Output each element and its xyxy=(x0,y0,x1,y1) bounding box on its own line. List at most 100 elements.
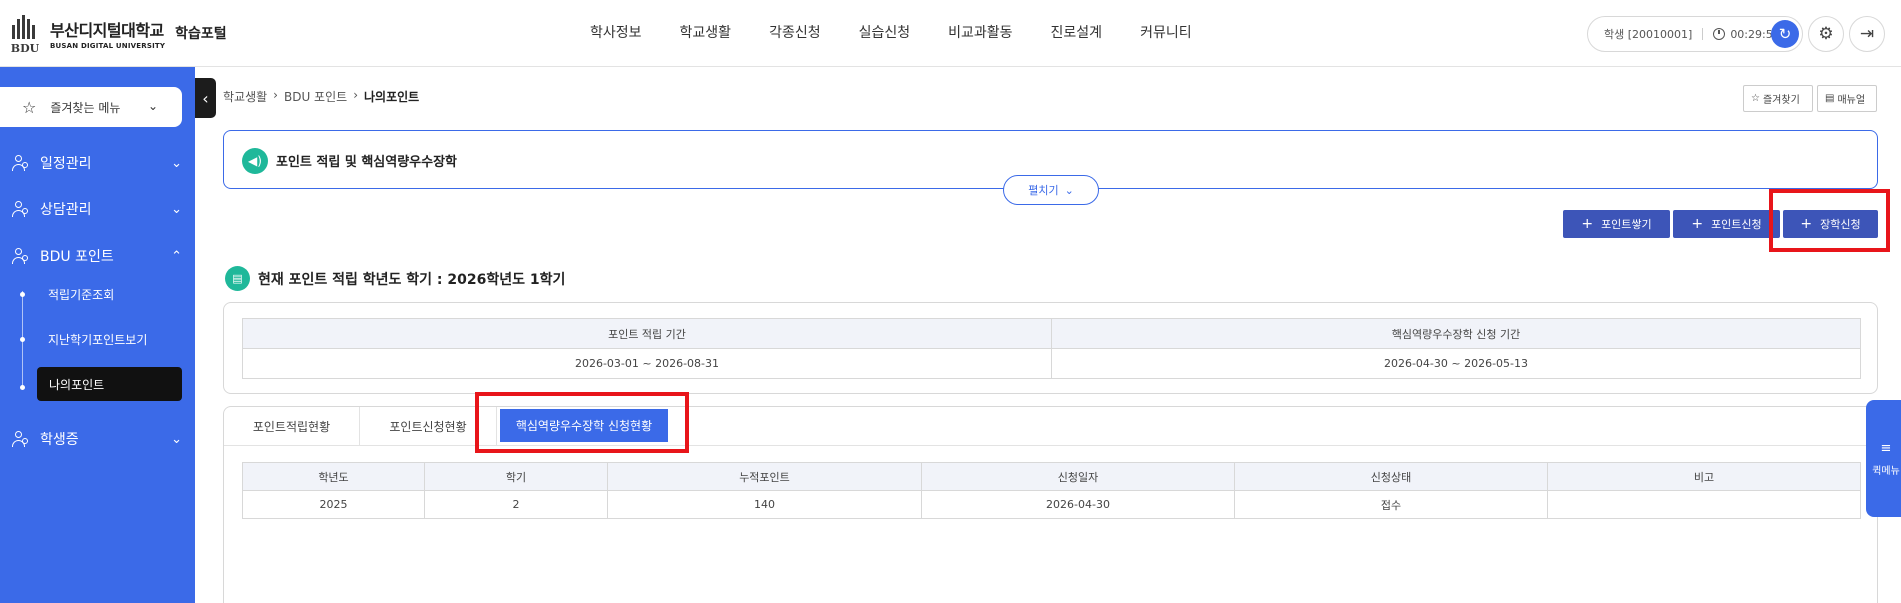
chevron-down-icon: ⌄ xyxy=(171,431,182,447)
status-tabs: 포인트적립현황 포인트신청현황 핵심역량우수장학 신청현황 xyxy=(224,407,1877,446)
sidebar-subitem-label: 지난학기포인트보기 xyxy=(48,332,148,347)
user-search-icon xyxy=(12,247,30,265)
session-extend-icon[interactable]: ↻ xyxy=(1771,20,1799,48)
table-cell: 2 xyxy=(424,490,608,519)
star-icon: ☆ xyxy=(22,97,37,117)
quick-menu-button[interactable]: ≡ 퀵메뉴 xyxy=(1866,400,1901,517)
manual-button[interactable]: ▤ 매뉴얼 xyxy=(1817,85,1877,112)
logo-english-name: BUSAN DIGITAL UNIVERSITY xyxy=(50,41,166,50)
tab-label: 핵심역량우수장학 신청현황 xyxy=(515,419,653,433)
megaphone-icon: ◀) xyxy=(242,148,268,174)
breadcrumb-current: 나의포인트 xyxy=(364,90,420,104)
sidebar-collapse-button[interactable]: ‹ xyxy=(195,78,216,118)
settings-gear-icon[interactable]: ⚙ xyxy=(1808,16,1844,52)
tab-scholarship-application[interactable]: 핵심역량우수장학 신청현황 xyxy=(500,409,668,442)
logo-korean-name: 부산디지털대학교 xyxy=(50,20,164,40)
nav-school-life[interactable]: 학교생활 xyxy=(680,22,732,42)
table-cell: 2025 xyxy=(242,490,425,519)
table-header: 누적포인트 xyxy=(607,462,922,491)
top-header: BDU 부산디지털대학교 BUSAN DIGITAL UNIVERSITY 학습… xyxy=(0,0,1901,67)
breadcrumb-item[interactable]: BDU 포인트 xyxy=(284,88,347,105)
manual-label: 매뉴얼 xyxy=(1837,95,1866,106)
quick-menu-label: 퀵메뉴 xyxy=(1872,465,1900,477)
submenu-dot xyxy=(20,385,25,390)
expand-label: 펼치기 xyxy=(1028,184,1059,197)
tab-label: 포인트적립현황 xyxy=(252,420,331,434)
sidebar-item-label: 상담관리 xyxy=(40,202,92,218)
document-icon: ▤ xyxy=(1825,93,1835,104)
add-favorite-button[interactable]: ☆ 즐겨찾기 xyxy=(1743,85,1813,112)
chevron-right-icon: › xyxy=(353,88,358,102)
chevron-left-icon: ‹ xyxy=(202,88,209,108)
plus-icon: + xyxy=(1800,216,1813,232)
breadcrumb-item[interactable]: 학교생활 xyxy=(223,88,267,105)
menu-collapse-icon: ≡ xyxy=(1880,440,1892,456)
tab-point-application[interactable]: 포인트신청현황 xyxy=(360,407,497,446)
nav-academic-info[interactable]: 학사정보 xyxy=(590,22,642,42)
table-header: 학년도 xyxy=(242,462,425,491)
nav-practicum[interactable]: 실습신청 xyxy=(859,22,911,42)
nav-career[interactable]: 진로설계 xyxy=(1051,22,1103,42)
chevron-down-icon: ⌄ xyxy=(171,155,182,171)
chevron-down-icon: ⌄ xyxy=(1064,183,1074,197)
sidebar-subitem-criteria[interactable]: 적립기준조회 xyxy=(20,277,182,311)
tab-point-accumulation[interactable]: 포인트적립현황 xyxy=(224,407,360,446)
logo-emblem: BDU xyxy=(8,11,42,55)
user-search-icon xyxy=(12,200,30,218)
nav-extracurricular[interactable]: 비교과활동 xyxy=(948,22,1012,42)
period-header: 핵심역량우수장학 신청 기간 xyxy=(1051,318,1861,349)
sidebar-item-bdu-point[interactable]: BDU 포인트 ⌃ xyxy=(12,244,182,268)
accumulate-point-button[interactable]: + 포인트쌓기 xyxy=(1563,210,1670,238)
logout-icon[interactable]: ⇥ xyxy=(1849,16,1885,52)
plus-icon: + xyxy=(1691,216,1704,232)
favorites-menu-dropdown[interactable]: ☆ 즐겨찾는 메뉴 ⌄ xyxy=(0,87,182,127)
sidebar-subitem-past-semester[interactable]: 지난학기포인트보기 xyxy=(20,322,182,356)
period-value: 2026-04-30 ~ 2026-05-13 xyxy=(1051,348,1861,379)
sidebar-subitem-my-point[interactable]: 나의포인트 xyxy=(37,367,182,401)
accumulate-point-label: 포인트쌓기 xyxy=(1601,218,1652,231)
table-cell xyxy=(1547,490,1861,519)
star-icon: ☆ xyxy=(1751,93,1760,104)
table-header: 비고 xyxy=(1547,462,1861,491)
user-search-icon xyxy=(12,430,30,448)
sidebar-item-counseling[interactable]: 상담관리 ⌄ xyxy=(12,197,182,221)
expand-notice-button[interactable]: 펼치기 ⌄ xyxy=(1003,175,1099,205)
sidebar-item-schedule[interactable]: 일정관리 ⌄ xyxy=(12,151,182,175)
table-cell: 140 xyxy=(607,490,922,519)
timer-icon xyxy=(1713,28,1726,40)
section-title: ▤ 현재 포인트 적립 학년도 학기 : 2026학년도 1학기 xyxy=(225,266,565,291)
notice-title: 포인트 적립 및 핵심역량우수장학 xyxy=(276,155,458,170)
nav-community[interactable]: 커뮤니티 xyxy=(1140,22,1192,42)
apply-scholarship-button[interactable]: + 장학신청 xyxy=(1783,210,1878,238)
plus-icon: + xyxy=(1581,216,1594,232)
apply-point-label: 포인트신청 xyxy=(1711,218,1762,231)
sidebar-item-label: BDU 포인트 xyxy=(40,249,114,265)
scholarship-application-table: 학년도 학기 누적포인트 신청일자 신청상태 비고 2025 2 140 202… xyxy=(242,462,1861,519)
main-navigation: 학사정보 학교생활 각종신청 실습신청 비교과활동 진로설계 커뮤니티 xyxy=(590,22,1230,42)
user-id-label: 학생 [20010001] xyxy=(1604,28,1693,41)
table-row[interactable]: 2025 2 140 2026-04-30 접수 xyxy=(242,490,1861,519)
period-panel: 포인트 적립 기간 핵심역량우수장학 신청 기간 2026-03-01 ~ 20… xyxy=(223,302,1878,394)
sidebar-item-student-id[interactable]: 학생증 ⌄ xyxy=(12,427,182,451)
period-table: 포인트 적립 기간 핵심역량우수장학 신청 기간 2026-03-01 ~ 20… xyxy=(242,318,1861,379)
status-panel: 포인트적립현황 포인트신청현황 핵심역량우수장학 신청현황 학년도 학기 누적포… xyxy=(223,406,1878,603)
list-icon: ▤ xyxy=(225,266,250,291)
table-cell: 접수 xyxy=(1234,490,1548,519)
apply-scholarship-label: 장학신청 xyxy=(1820,218,1861,231)
table-cell: 2026-04-30 xyxy=(921,490,1235,519)
period-value: 2026-03-01 ~ 2026-08-31 xyxy=(242,348,1052,379)
sidebar-subitem-label: 적립기준조회 xyxy=(48,287,115,302)
sidebar-item-label: 일정관리 xyxy=(40,156,92,172)
table-header: 신청일자 xyxy=(921,462,1235,491)
table-header: 신청상태 xyxy=(1234,462,1548,491)
add-favorite-label: 즐겨찾기 xyxy=(1762,95,1800,106)
apply-point-button[interactable]: + 포인트신청 xyxy=(1673,210,1780,238)
favorites-menu-label: 즐겨찾는 메뉴 xyxy=(50,100,121,115)
chevron-up-icon: ⌃ xyxy=(171,248,182,264)
chevron-right-icon: › xyxy=(273,88,278,102)
university-logo[interactable]: BDU 부산디지털대학교 BUSAN DIGITAL UNIVERSITY 학습… xyxy=(8,10,227,56)
sidebar-subitem-label: 나의포인트 xyxy=(49,377,105,392)
portal-title: 학습포털 xyxy=(175,26,227,42)
tab-label: 포인트신청현황 xyxy=(389,420,467,434)
nav-applications[interactable]: 각종신청 xyxy=(769,22,821,42)
